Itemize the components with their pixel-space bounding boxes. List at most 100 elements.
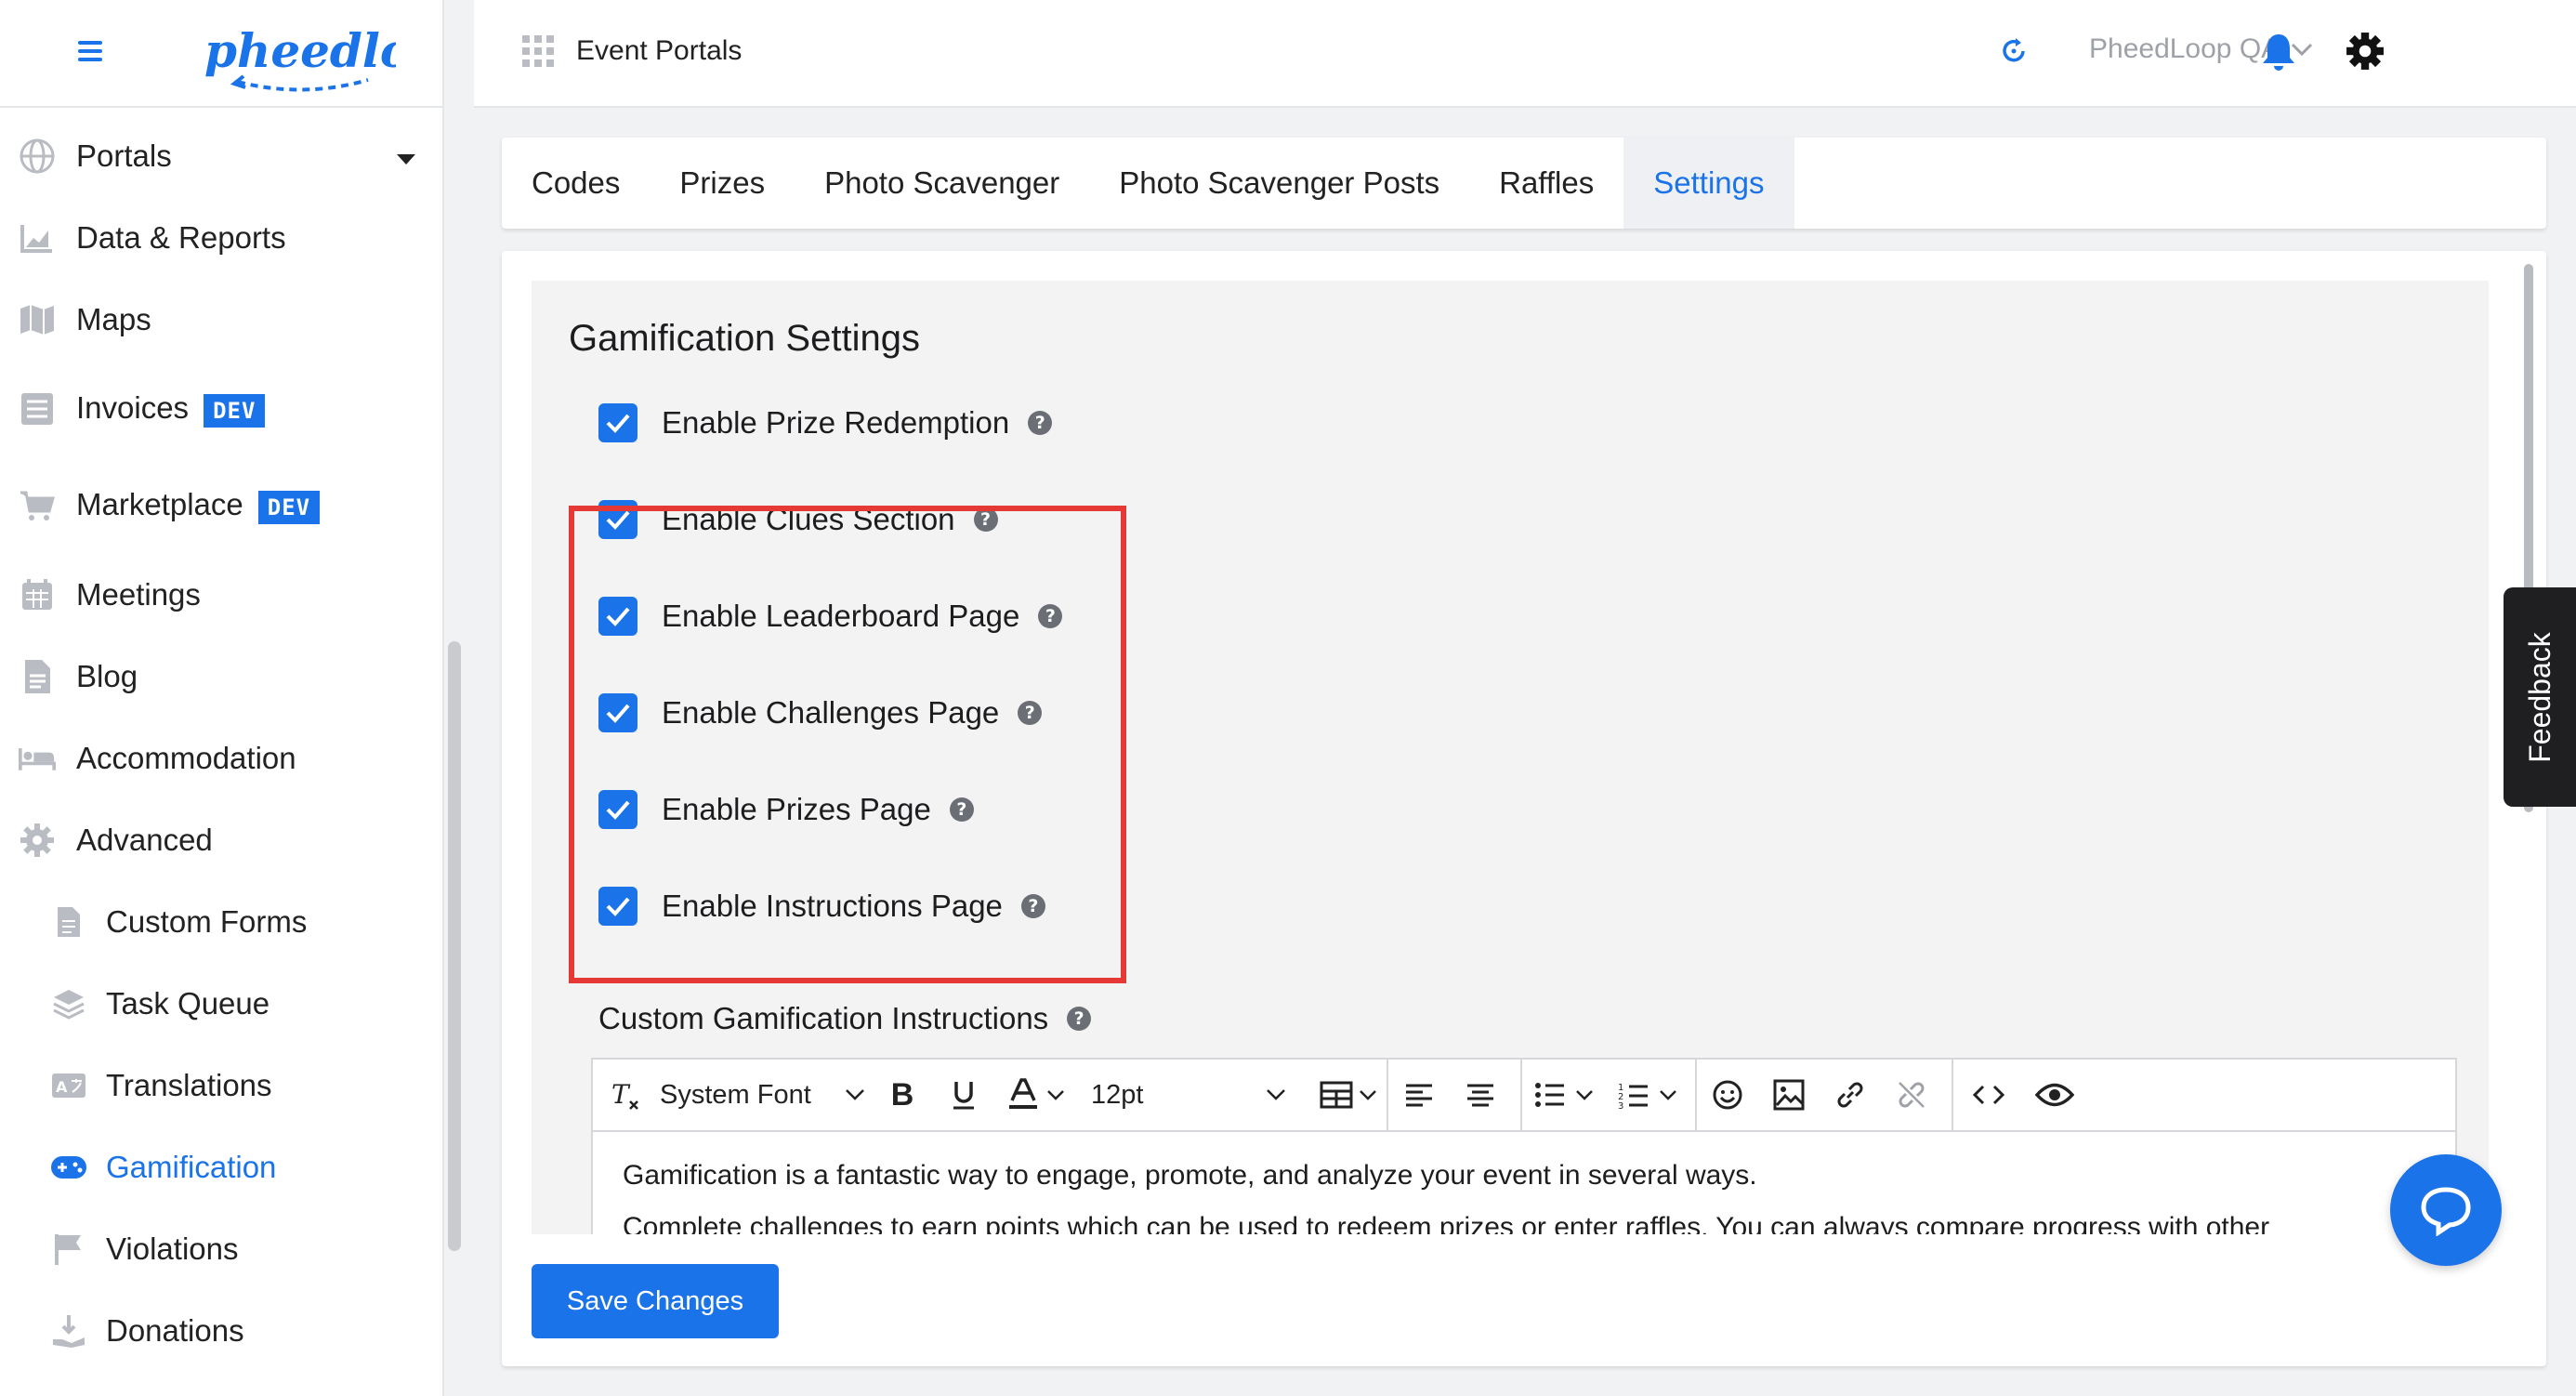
underline-icon[interactable]: [933, 1059, 994, 1131]
logo-row: pheedloop: [0, 0, 442, 108]
unlink-icon[interactable]: [1881, 1059, 1942, 1131]
sidebar: pheedloop Portals Data & Reports Maps In…: [0, 0, 461, 1396]
sidebar-subitem-donations[interactable]: Donations: [0, 1307, 444, 1355]
sidebar-subitem-label: Translations: [106, 1068, 272, 1102]
checkbox[interactable]: [598, 403, 637, 442]
sidebar-item-label: Accommodation: [76, 741, 296, 775]
sidebar-subitem-violations[interactable]: Violations: [0, 1225, 444, 1273]
editor-paragraph: Complete challenges to earn points which…: [623, 1212, 2270, 1234]
rich-text-editor[interactable]: T System Font B 12pt 1 2 3 Gamification …: [591, 1058, 2457, 1234]
editor-toolbar: T System Font B 12pt 1 2 3: [593, 1059, 2455, 1132]
sidebar-item-label: Marketplace: [76, 487, 243, 522]
help-icon[interactable]: ?: [1028, 411, 1053, 435]
tab-photo-scavenger[interactable]: Photo Scavenger: [795, 138, 1089, 229]
bed-icon: [19, 740, 56, 777]
instructions-label: Custom Gamification Instructions: [598, 1001, 1049, 1035]
sidebar-subitem-custom-forms[interactable]: Custom Forms: [0, 898, 444, 946]
sidebar-item-blog[interactable]: Blog: [0, 652, 444, 701]
sidebar-item-advanced[interactable]: Advanced: [0, 816, 444, 864]
svg-text:3: 3: [1618, 1101, 1623, 1109]
flag-icon: [50, 1231, 87, 1268]
tab-prizes[interactable]: Prizes: [650, 138, 795, 229]
sidebar-item-label: Blog: [76, 659, 138, 693]
highlight-box: [569, 506, 1126, 983]
apps-grid-icon[interactable]: [522, 35, 554, 67]
chevron-down-icon: [1047, 1090, 1064, 1100]
help-icon[interactable]: ?: [1067, 1007, 1092, 1031]
numbered-list-icon[interactable]: 123: [1606, 1059, 1689, 1131]
feedback-tab[interactable]: Feedback: [2504, 587, 2576, 807]
tab-raffles[interactable]: Raffles: [1469, 138, 1623, 229]
dev-badge: DEV: [257, 490, 321, 524]
sidebar-item-maps[interactable]: Maps: [0, 296, 444, 344]
calendar-icon: [19, 576, 56, 613]
align-left-icon[interactable]: [1388, 1059, 1450, 1131]
bullet-list-icon[interactable]: [1522, 1059, 1606, 1131]
tab-photo-scavenger-posts[interactable]: Photo Scavenger Posts: [1089, 138, 1469, 229]
settings-panel: Gamification Settings Enable Prize Redem…: [532, 281, 2489, 1234]
image-icon[interactable]: [1758, 1059, 1820, 1131]
svg-text:A: A: [56, 1078, 68, 1096]
sidebar-item-meetings[interactable]: Meetings: [0, 571, 444, 619]
preview-eye-icon[interactable]: [2024, 1059, 2085, 1131]
sidebar-item-marketplace[interactable]: Marketplace DEV: [0, 481, 444, 530]
svg-text:pheedloop: pheedloop: [204, 23, 396, 78]
sidebar-scrollbar[interactable]: [448, 641, 461, 1251]
sidebar-item-accommodation[interactable]: Accommodation: [0, 734, 444, 783]
header-title: Event Portals: [576, 35, 743, 66]
chart-icon: [19, 219, 56, 257]
clear-format-icon[interactable]: T: [602, 1059, 649, 1131]
chevron-down-icon: [1576, 1090, 1593, 1100]
organization-name: PheedLoop QA: [2089, 33, 2280, 64]
sidebar-item-invoices[interactable]: Invoices DEV: [0, 385, 444, 433]
top-header: Event Portals PheedLoop QA: [474, 0, 2576, 108]
tab-bar: Codes Prizes Photo Scavenger Photo Scave…: [502, 138, 2546, 229]
menu-icon[interactable]: [78, 41, 102, 61]
invoice-icon: [19, 390, 56, 428]
sidebar-item-label: Portals: [76, 138, 172, 173]
save-changes-button[interactable]: Save Changes: [532, 1264, 779, 1338]
sidebar-item-portals[interactable]: Portals: [0, 132, 444, 180]
cart-icon: [19, 487, 56, 524]
donation-icon: [50, 1312, 87, 1350]
sidebar-subitem-label: Gamification: [106, 1150, 277, 1184]
font-size-value: 12pt: [1091, 1079, 1144, 1110]
align-center-icon[interactable]: [1450, 1059, 1511, 1131]
header-left: Event Portals: [522, 35, 742, 67]
chat-support-button[interactable]: [2390, 1154, 2502, 1266]
chat-bubble-icon: [2421, 1187, 2471, 1236]
refresh-icon[interactable]: [1998, 35, 2030, 67]
form-icon: [50, 903, 87, 941]
table-icon[interactable]: [1310, 1059, 1387, 1131]
source-code-icon[interactable]: [1953, 1059, 2024, 1131]
dev-badge: DEV: [204, 393, 266, 428]
font-family-select[interactable]: System Font: [649, 1059, 872, 1131]
emoji-icon[interactable]: [1697, 1059, 1758, 1131]
settings-gear-icon[interactable]: [2346, 32, 2385, 71]
layers-icon: [50, 985, 87, 1022]
sidebar-item-label: Data & Reports: [76, 220, 286, 255]
tab-settings[interactable]: Settings: [1623, 138, 1794, 229]
pheedloop-logo[interactable]: pheedloop: [201, 9, 396, 102]
sidebar-subitem-task-queue[interactable]: Task Queue: [0, 980, 444, 1028]
svg-text:T: T: [611, 1079, 631, 1110]
sidebar-subitem-label: Donations: [106, 1313, 244, 1348]
text-color-icon[interactable]: [994, 1059, 1078, 1131]
sidebar-item-label-wrap: Marketplace DEV: [76, 487, 321, 524]
checkbox-label: Enable Prize Redemption: [662, 405, 1010, 440]
globe-icon: [19, 138, 56, 175]
translate-icon: A: [50, 1067, 87, 1104]
sidebar-item-label: Maps: [76, 302, 151, 336]
sidebar-item-data-reports[interactable]: Data & Reports: [0, 214, 444, 262]
font-family-value: System Font: [660, 1079, 811, 1110]
editor-content[interactable]: Gamification is a fantastic way to engag…: [593, 1132, 2455, 1234]
sidebar-subitem-gamification[interactable]: Gamification: [0, 1143, 444, 1192]
tab-codes[interactable]: Codes: [502, 138, 650, 229]
sidebar-subitem-translations[interactable]: A Translations: [0, 1061, 444, 1110]
bell-icon[interactable]: [2260, 32, 2297, 72]
font-size-select[interactable]: 12pt: [1078, 1059, 1310, 1131]
link-icon[interactable]: [1820, 1059, 1881, 1131]
checkbox-row[interactable]: Enable Prize Redemption ?: [598, 400, 1053, 446]
document-icon: [19, 658, 56, 695]
bold-icon[interactable]: B: [872, 1059, 933, 1131]
